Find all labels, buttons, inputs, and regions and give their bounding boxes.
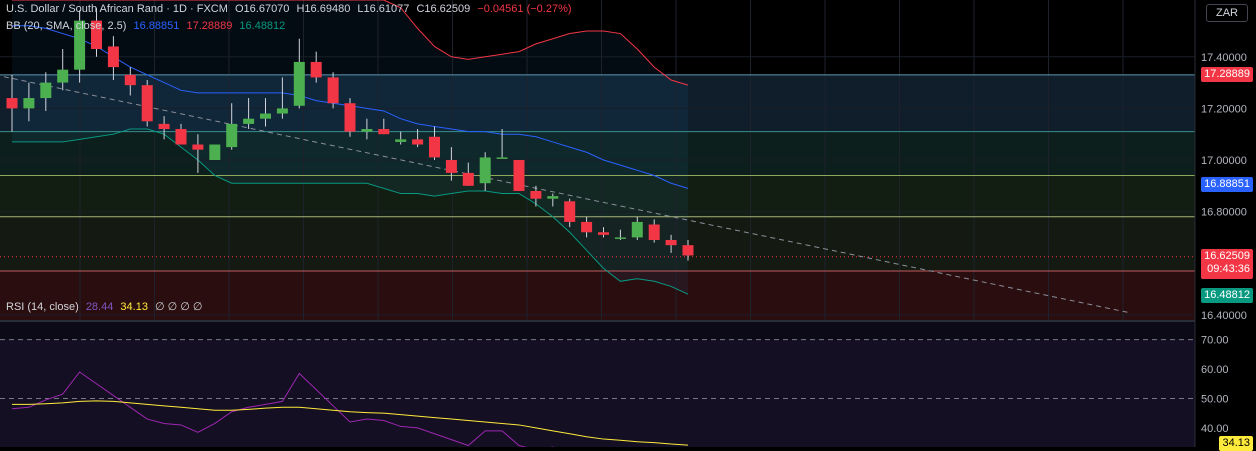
- candle-body: [23, 98, 35, 109]
- candle-body: [243, 118, 255, 124]
- candle-body: [327, 77, 339, 104]
- candle: [344, 98, 356, 137]
- candle-body: [682, 245, 694, 256]
- candle-body: [462, 172, 474, 186]
- candle-body: [665, 240, 677, 246]
- bb-lower-tag: 16.48812: [1201, 288, 1253, 303]
- rsi-tick-label: 50.00: [1201, 393, 1229, 405]
- candle-body: [293, 61, 305, 106]
- bb-legend[interactable]: BB (20, SMA, close, 2.5) 16.88851 17.288…: [6, 20, 289, 32]
- candle-body: [57, 69, 69, 83]
- rsi-band-fill: [0, 339, 1195, 447]
- candle-body: [107, 46, 119, 68]
- candle-body: [6, 98, 18, 109]
- candle-body: [175, 129, 187, 145]
- candle: [209, 144, 221, 160]
- rsi-empty-values: ∅ ∅ ∅ ∅: [155, 301, 203, 313]
- candle-body: [648, 224, 660, 240]
- candle-body: [547, 196, 559, 199]
- currency-selector[interactable]: ZAR: [1206, 4, 1248, 22]
- rsi-value: 28.44: [85, 301, 114, 313]
- price-tick-label: 17.00000: [1201, 155, 1247, 167]
- candle-body: [209, 144, 221, 160]
- ohlc-close: C16.62509: [416, 3, 471, 15]
- rsi-pane[interactable]: [0, 322, 1195, 447]
- ohlc-open: O16.67070: [234, 3, 290, 15]
- ohlc-high: H16.69480: [296, 3, 351, 15]
- bb-basis-value: 16.88851: [133, 20, 180, 32]
- candle-body: [598, 232, 609, 235]
- candle: [513, 160, 525, 191]
- candle-body: [412, 139, 424, 145]
- rsi-ma-value: 34.13: [120, 301, 148, 313]
- candle-body: [158, 123, 170, 130]
- rsi-ma-tag: 34.13: [1219, 436, 1253, 451]
- rsi-legend[interactable]: RSI (14, close) 28.44 34.13 ∅ ∅ ∅ ∅: [6, 300, 207, 313]
- candle-body: [445, 160, 457, 173]
- candle-body: [496, 157, 508, 159]
- candle-body: [344, 103, 356, 132]
- last-price-tag: 16.62509 09:43:36: [1201, 249, 1253, 279]
- chart-canvas[interactable]: 17.40000 17.20000 17.00000 16.80000 16.40000…: [0, 0, 1256, 447]
- symbol-title[interactable]: U.S. Dollar / South African Rand · 1D · …: [6, 3, 228, 15]
- rsi-tick-label: 60.00: [1201, 364, 1229, 376]
- bb-label[interactable]: BB (20, SMA, close, 2.5): [6, 20, 126, 32]
- candle-body: [564, 201, 576, 222]
- candle-body: [631, 221, 643, 238]
- price-tick-label: 17.40000: [1201, 52, 1247, 64]
- candle-body: [378, 129, 390, 135]
- candle-body: [429, 136, 440, 158]
- last-price-value: 16.62509: [1204, 250, 1250, 262]
- price-tick-label: 16.40000: [1201, 310, 1247, 322]
- candle-body: [124, 74, 136, 86]
- bb-upper-tag: 17.28889: [1201, 67, 1253, 82]
- candle-body: [40, 82, 52, 99]
- candle-body: [479, 157, 491, 184]
- bb-lower-value: 16.48812: [239, 20, 286, 32]
- candle-body: [395, 139, 407, 142]
- candle-body: [276, 108, 288, 114]
- main-legend: U.S. Dollar / South African Rand · 1D · …: [6, 3, 576, 15]
- candle-body: [513, 160, 525, 191]
- candle-body: [226, 123, 238, 148]
- candle-body: [310, 61, 322, 78]
- price-tick-label: 17.20000: [1201, 103, 1247, 115]
- rsi-label[interactable]: RSI (14, close): [6, 301, 79, 313]
- candle-body: [614, 237, 626, 239]
- candle: [141, 80, 153, 127]
- price-tick-label: 16.80000: [1201, 207, 1247, 219]
- rsi-tick-label: 70.00: [1201, 335, 1229, 347]
- candle-body: [192, 144, 204, 150]
- candle-body: [581, 221, 593, 233]
- bar-countdown: 09:43:36: [1207, 263, 1250, 275]
- bb-upper-value: 17.28889: [186, 20, 233, 32]
- candle-body: [530, 190, 542, 199]
- ohlc-low: L16.61077: [357, 3, 410, 15]
- candle-body: [361, 129, 373, 132]
- ohlc-change: −0.04561 (−0.27%): [477, 3, 572, 15]
- rsi-tick-label: 40.00: [1201, 423, 1229, 435]
- candle-body: [260, 113, 271, 119]
- candle-body: [141, 85, 153, 122]
- candle: [327, 72, 339, 109]
- bb-basis-tag: 16.88851: [1201, 177, 1253, 192]
